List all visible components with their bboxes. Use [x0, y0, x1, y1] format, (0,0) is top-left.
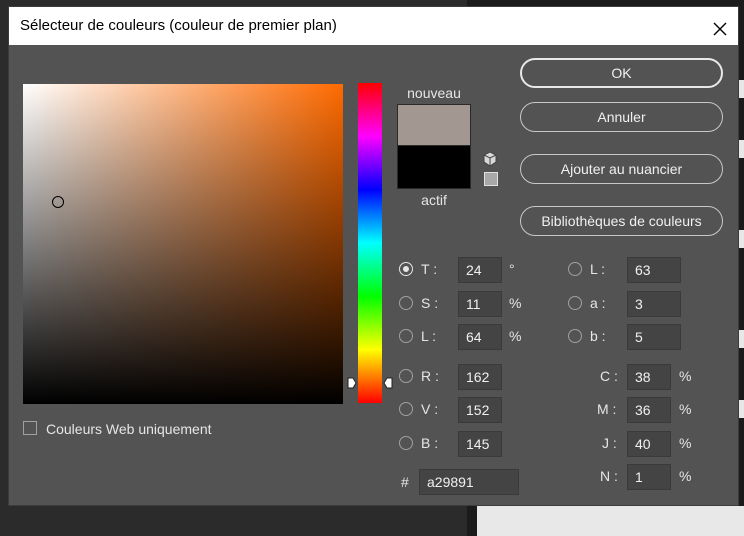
color-libraries-button[interactable]: Bibliothèques de couleurs	[520, 206, 723, 236]
saturation-input[interactable]: 11	[458, 291, 502, 317]
add-to-swatches-button[interactable]: Ajouter au nuancier	[520, 154, 723, 184]
green-input[interactable]: 152	[458, 397, 502, 423]
cancel-button[interactable]: Annuler	[520, 102, 723, 132]
hue-unit: °	[509, 261, 515, 277]
black-unit: %	[679, 468, 692, 484]
magenta-input[interactable]: 36	[627, 397, 671, 423]
saturation-radio[interactable]	[399, 296, 413, 310]
web-safe-swatch-icon[interactable]	[484, 172, 498, 186]
hue-input[interactable]: 24	[458, 257, 502, 283]
cyan-label: C :	[600, 368, 618, 384]
current-color-label: actif	[421, 192, 447, 208]
saturation-brightness-field[interactable]	[23, 84, 343, 404]
saturation-unit: %	[509, 295, 522, 311]
cube-icon[interactable]	[482, 151, 498, 167]
hex-input[interactable]: a29891	[419, 469, 519, 495]
cyan-input[interactable]: 38	[627, 364, 671, 390]
hue-label: T :	[421, 261, 438, 277]
hue-slider-left-arrow-icon[interactable]	[347, 377, 357, 389]
hue-radio[interactable]	[399, 262, 413, 276]
color-picker-circle[interactable]	[52, 196, 64, 208]
hue-slider[interactable]	[358, 83, 382, 403]
black-label: N :	[600, 468, 618, 484]
hue-slider-right-arrow-icon[interactable]	[383, 377, 393, 389]
ok-button[interactable]: OK	[520, 58, 723, 88]
blue-input[interactable]: 145	[458, 431, 502, 457]
new-color-label: nouveau	[407, 85, 461, 101]
brightness-unit: %	[509, 328, 522, 344]
brightness-radio[interactable]	[399, 329, 413, 343]
close-icon[interactable]	[710, 16, 730, 36]
current-color-swatch[interactable]	[397, 146, 471, 189]
dialog-title: Sélecteur de couleurs (couleur de premie…	[20, 17, 337, 34]
red-radio[interactable]	[399, 369, 413, 383]
red-label: R :	[421, 368, 439, 384]
black-input[interactable]: 1	[627, 464, 671, 490]
red-input[interactable]: 162	[458, 364, 502, 390]
lab-b-input[interactable]: 5	[627, 324, 681, 350]
lab-b-radio[interactable]	[568, 329, 582, 343]
saturation-label: S :	[421, 295, 439, 311]
lab-l-input[interactable]: 63	[627, 257, 681, 283]
web-colors-only-label: Couleurs Web uniquement	[46, 421, 212, 437]
color-picker-dialog: Sélecteur de couleurs (couleur de premie…	[8, 6, 739, 506]
magenta-label: M :	[597, 401, 617, 417]
cyan-unit: %	[679, 368, 692, 384]
lab-a-label: a :	[590, 295, 606, 311]
brightness-input[interactable]: 64	[458, 324, 502, 350]
lab-a-radio[interactable]	[568, 296, 582, 310]
blue-radio[interactable]	[399, 436, 413, 450]
hex-label: #	[401, 474, 409, 490]
green-label: V :	[421, 401, 439, 417]
yellow-unit: %	[679, 435, 692, 451]
web-colors-only-checkbox[interactable]	[23, 421, 37, 435]
title-bar: Sélecteur de couleurs (couleur de premie…	[9, 7, 738, 45]
lab-b-label: b :	[590, 328, 606, 344]
lab-a-input[interactable]: 3	[627, 291, 681, 317]
lab-l-label: L :	[590, 261, 606, 277]
blue-label: B :	[421, 435, 439, 451]
magenta-unit: %	[679, 401, 692, 417]
green-radio[interactable]	[399, 402, 413, 416]
background-band	[477, 506, 744, 536]
lab-l-radio[interactable]	[568, 262, 582, 276]
new-color-swatch	[397, 104, 471, 146]
yellow-input[interactable]: 40	[627, 431, 671, 457]
yellow-label: J :	[602, 435, 617, 451]
brightness-label: L :	[421, 328, 437, 344]
